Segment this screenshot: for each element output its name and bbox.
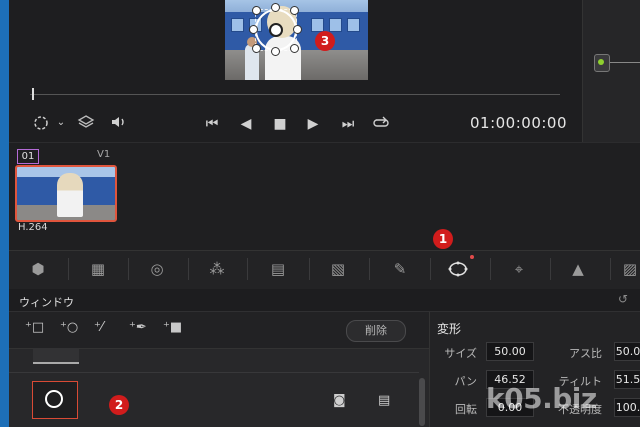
palette-separator xyxy=(550,258,551,280)
window-panel-header xyxy=(9,289,640,312)
delete-button[interactable]: 削除 xyxy=(346,320,406,342)
transform-mode-icon[interactable] xyxy=(30,115,52,135)
tilt-field[interactable]: 51.5 xyxy=(614,370,640,389)
train-window xyxy=(347,18,360,32)
palette-separator xyxy=(369,258,370,280)
track-label: V1 xyxy=(97,149,111,160)
invert-window-icon[interactable]: ◙ xyxy=(333,393,346,408)
rgb-mixer-icon[interactable]: ⁂ xyxy=(206,259,228,279)
add-polygon-window-icon[interactable]: ⁺⁄ xyxy=(94,320,103,335)
key-icon[interactable]: ▨ xyxy=(622,259,638,279)
scrubber-track[interactable] xyxy=(30,94,560,95)
add-curve-window-icon[interactable]: ⁺✒ xyxy=(129,320,147,335)
palette-separator xyxy=(430,258,431,280)
play-icon[interactable]: ▶ xyxy=(303,116,323,132)
watermark: k05.biz xyxy=(486,382,597,415)
resize-handle[interactable] xyxy=(290,6,299,15)
aspect-label: アス比 xyxy=(569,347,602,360)
clip-thumbnail[interactable] xyxy=(15,165,117,222)
train-window xyxy=(311,18,324,32)
tracker-icon[interactable]: ⌖ xyxy=(508,259,530,279)
grid-select-icon[interactable]: ▦ xyxy=(87,259,109,279)
palette-separator xyxy=(68,258,69,280)
left-accent-bar xyxy=(0,0,9,427)
mask-window-icon[interactable]: ▤ xyxy=(378,393,390,408)
volume-icon[interactable] xyxy=(108,114,130,134)
callout-badge-2: 2 xyxy=(109,395,129,415)
palette-separator xyxy=(128,258,129,280)
clip-codec-label: H.264 xyxy=(18,222,48,233)
color-warper-icon[interactable]: ⬢ xyxy=(27,259,49,279)
loop-icon[interactable] xyxy=(370,115,392,135)
layers-icon[interactable] xyxy=(76,114,96,134)
window-list-scrollbar[interactable] xyxy=(419,378,425,426)
add-gradient-window-icon[interactable]: ⁺■ xyxy=(163,320,182,335)
stop-icon[interactable]: ■ xyxy=(270,116,290,132)
resize-handle[interactable] xyxy=(271,3,280,12)
node-output-dot[interactable] xyxy=(598,59,604,65)
palette-separator xyxy=(309,258,310,280)
train-window xyxy=(231,18,244,32)
resize-handle[interactable] xyxy=(249,25,258,34)
motion-effects-icon[interactable]: ▤ xyxy=(267,259,289,279)
resize-handle[interactable] xyxy=(252,44,261,53)
palette-separator xyxy=(247,258,248,280)
window-row-partial[interactable] xyxy=(33,348,79,364)
window-panel-title: ウィンドウ xyxy=(19,296,74,309)
playhead[interactable] xyxy=(32,88,34,100)
resize-handle[interactable] xyxy=(293,25,302,34)
resize-handle[interactable] xyxy=(290,44,299,53)
center-handle[interactable] xyxy=(269,23,283,37)
resize-handle[interactable] xyxy=(252,6,261,15)
window-icon[interactable] xyxy=(447,259,469,279)
row-divider xyxy=(9,372,419,373)
palette-separator xyxy=(490,258,491,280)
add-linear-window-icon[interactable]: ⁺□ xyxy=(25,320,44,335)
active-indicator-dot xyxy=(470,255,474,259)
node-graph[interactable] xyxy=(582,0,640,142)
rotate-label: 回転 xyxy=(455,403,477,416)
pan-label: パン xyxy=(454,375,477,388)
callout-badge-1: 1 xyxy=(433,229,453,249)
circle-icon xyxy=(45,390,63,408)
skip-back-icon[interactable]: ⏮ xyxy=(200,116,224,132)
hsl-qualifier-icon[interactable]: ◎ xyxy=(146,259,168,279)
palette-separator xyxy=(188,258,189,280)
palette-separator xyxy=(610,258,611,280)
callout-badge-3: 3 xyxy=(315,31,335,51)
chevron-down-icon[interactable]: ⌄ xyxy=(55,115,67,131)
size-label: サイズ xyxy=(444,347,477,360)
size-field[interactable]: 50.00 xyxy=(486,342,534,361)
skip-forward-icon[interactable]: ⏭ xyxy=(336,116,360,132)
reset-icon[interactable]: ↺ xyxy=(618,292,628,306)
resize-handle[interactable] xyxy=(271,47,280,56)
add-circle-window-icon[interactable]: ⁺○ xyxy=(60,320,78,335)
train-window xyxy=(329,18,342,32)
qualifier-eyedropper-icon[interactable]: ✎ xyxy=(389,259,411,279)
transform-title: 変形 xyxy=(437,322,462,336)
window-transform-overlay[interactable] xyxy=(249,3,302,56)
track-number-badge: 01 xyxy=(17,149,39,164)
clip-woman xyxy=(57,173,83,217)
blur-icon[interactable]: ▲ xyxy=(567,259,589,279)
opacity-field[interactable]: 100. xyxy=(614,398,640,417)
step-back-icon[interactable]: ◀ xyxy=(236,116,256,132)
aspect-field[interactable]: 50.0 xyxy=(614,342,640,361)
curves-icon[interactable]: ▧ xyxy=(327,259,349,279)
timecode-display: 01:00:00:00 xyxy=(470,114,568,132)
